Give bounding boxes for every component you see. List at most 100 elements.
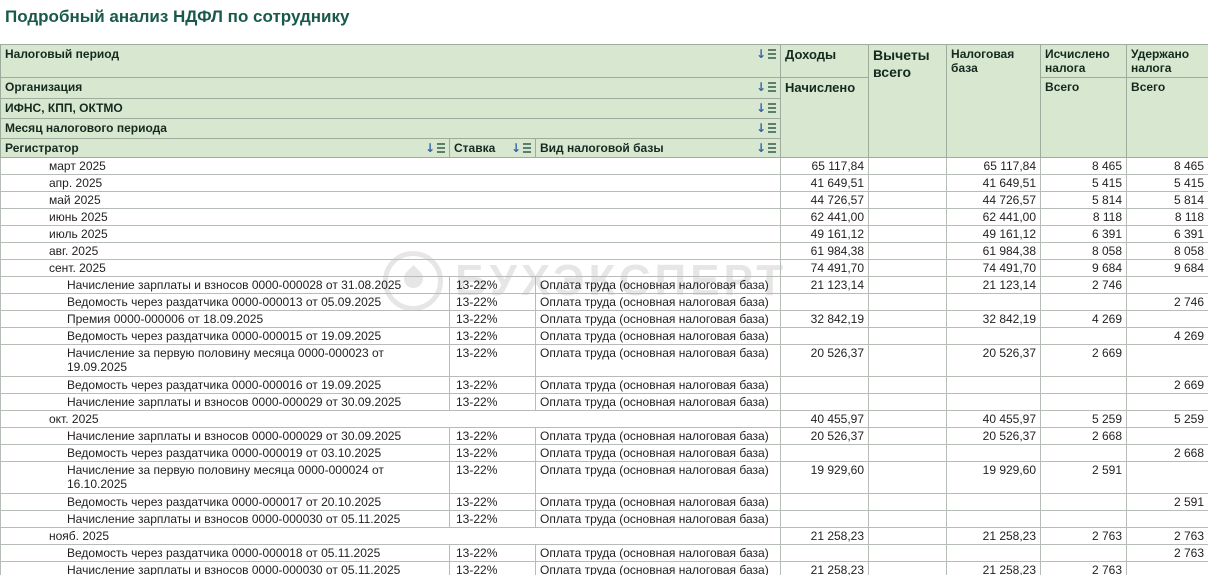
value-cell-tax_base <box>946 376 1042 394</box>
rate-cell: 13-22% <box>449 561 536 575</box>
value-cell-deductions <box>868 493 948 511</box>
sort-icon[interactable]: ↓ <box>756 122 777 134</box>
tax-base-kind-cell: Оплата труда (основная налоговая база) <box>534 544 782 562</box>
registrator-document-cell[interactable]: Ведомость через раздатчика 0000-000017 о… <box>0 493 450 511</box>
value-cell-income: 49 161,12 <box>780 225 870 243</box>
tax-base-kind-cell: Оплата труда (основная налоговая база) <box>534 327 782 345</box>
report-area: БУХЭКСПЕРТ ↓ Налоговый период Доходы Выч… <box>0 44 1208 575</box>
value-cell-tax_base: 40 455,97 <box>946 410 1042 428</box>
value-cell-income: 62 441,00 <box>780 208 870 226</box>
value-cell-income: 74 491,70 <box>780 259 870 277</box>
value-cell-income: 44 726,57 <box>780 191 870 209</box>
month-group-cell[interactable]: нояб. 2025 <box>0 527 782 545</box>
value-cell-income: 21 258,23 <box>780 527 870 545</box>
month-group-cell[interactable]: сент. 2025 <box>0 259 782 277</box>
value-cell-tax_base <box>946 444 1042 462</box>
registrator-document-cell[interactable]: Ведомость через раздатчика 0000-000016 о… <box>0 376 450 394</box>
header-row-tax-period: ↓ Налоговый период Доходы Вычеты всего Н… <box>0 44 1208 158</box>
header-cell-tax-base: Налоговая база <box>946 44 1042 158</box>
value-cell-withheld: 5 259 <box>1126 410 1208 428</box>
value-cell-tax_base: 21 123,14 <box>946 276 1042 294</box>
value-cell-withheld <box>1126 561 1208 575</box>
value-cell-assessed <box>1040 293 1128 311</box>
value-cell-tax_base: 21 258,23 <box>946 527 1042 545</box>
value-cell-income: 21 258,23 <box>780 561 870 575</box>
value-cell-tax_base: 41 649,51 <box>946 174 1042 192</box>
registrator-document-cell[interactable]: Начисление зарплаты и взносов 0000-00003… <box>0 561 450 575</box>
month-group-cell[interactable]: июль 2025 <box>0 225 782 243</box>
value-cell-withheld <box>1126 344 1208 377</box>
register-detail-row: Начисление зарплаты и взносов 0000-00003… <box>0 510 1208 528</box>
header-cell-income: Доходы <box>780 44 870 78</box>
month-group-row: сент. 2025 74 491,70 74 491,70 9 684 9 684 <box>0 259 1208 277</box>
value-cell-deductions <box>868 225 948 243</box>
sort-icon[interactable]: ↓ <box>756 102 777 114</box>
sort-icon[interactable]: ↓ <box>425 142 445 154</box>
month-group-cell[interactable]: авг. 2025 <box>0 242 782 260</box>
header-cell-withheld: Удержано налога <box>1126 44 1208 78</box>
value-cell-withheld: 2 668 <box>1126 444 1208 462</box>
value-cell-assessed: 2 763 <box>1040 527 1128 545</box>
value-cell-withheld: 8 058 <box>1126 242 1208 260</box>
value-cell-income <box>780 393 870 411</box>
month-group-cell[interactable]: июнь 2025 <box>0 208 782 226</box>
value-cell-assessed <box>1040 393 1128 411</box>
register-detail-row: Ведомость через раздатчика 0000-000019 о… <box>0 444 1208 462</box>
sort-icon[interactable]: ↓ <box>756 142 777 154</box>
value-cell-deductions <box>868 410 948 428</box>
value-cell-withheld: 8 118 <box>1126 208 1208 226</box>
rate-cell: 13-22% <box>449 427 536 445</box>
value-cell-assessed: 2 669 <box>1040 344 1128 377</box>
value-cell-assessed: 5 814 <box>1040 191 1128 209</box>
sort-icon[interactable]: ↓ <box>756 81 777 93</box>
header-cell-organization: ↓ Организация <box>0 77 782 99</box>
rate-cell: 13-22% <box>449 327 536 345</box>
value-cell-deductions <box>868 510 948 528</box>
registrator-document-cell[interactable]: Начисление за первую половину месяца 000… <box>0 344 450 377</box>
value-cell-assessed <box>1040 510 1128 528</box>
month-group-cell[interactable]: апр. 2025 <box>0 174 782 192</box>
registrator-document-cell[interactable]: Начисление зарплаты и взносов 0000-00002… <box>0 276 450 294</box>
month-group-cell[interactable]: май 2025 <box>0 191 782 209</box>
header-label: Организация <box>5 80 83 94</box>
registrator-document-cell[interactable]: Ведомость через раздатчика 0000-000013 о… <box>0 293 450 311</box>
registrator-document-cell[interactable]: Начисление за первую половину месяца 000… <box>0 461 450 494</box>
registrator-document-cell[interactable]: Начисление зарплаты и взносов 0000-00003… <box>0 510 450 528</box>
rate-cell: 13-22% <box>449 544 536 562</box>
header-label: Регистратор <box>5 141 79 155</box>
tax-base-kind-cell: Оплата труда (основная налоговая база) <box>534 493 782 511</box>
registrator-document-cell[interactable]: Ведомость через раздатчика 0000-000019 о… <box>0 444 450 462</box>
registrator-document-cell[interactable]: Премия 0000-000006 от 18.09.2025 <box>0 310 450 328</box>
sort-icon[interactable]: ↓ <box>756 48 777 60</box>
header-cell-tax-period: ↓ Налоговый период <box>0 44 782 78</box>
month-group-row: авг. 2025 61 984,38 61 984,38 8 058 8 058 <box>0 242 1208 260</box>
value-cell-deductions <box>868 259 948 277</box>
value-cell-assessed: 6 391 <box>1040 225 1128 243</box>
month-group-row: июнь 2025 62 441,00 62 441,00 8 118 8 118 <box>0 208 1208 226</box>
registrator-document-cell[interactable]: Начисление зарплаты и взносов 0000-00002… <box>0 393 450 411</box>
month-group-cell[interactable]: окт. 2025 <box>0 410 782 428</box>
value-cell-withheld: 2 746 <box>1126 293 1208 311</box>
value-cell-withheld: 2 669 <box>1126 376 1208 394</box>
header-label: Вид налоговой базы <box>540 141 664 155</box>
value-cell-income <box>780 293 870 311</box>
value-cell-income: 32 842,19 <box>780 310 870 328</box>
registrator-document-cell[interactable]: Ведомость через раздатчика 0000-000015 о… <box>0 327 450 345</box>
tax-base-kind-cell: Оплата труда (основная налоговая база) <box>534 393 782 411</box>
registrator-document-cell[interactable]: Начисление зарплаты и взносов 0000-00002… <box>0 427 450 445</box>
value-cell-deductions <box>868 527 948 545</box>
value-cell-deductions <box>868 157 948 175</box>
rate-cell: 13-22% <box>449 276 536 294</box>
rate-cell: 13-22% <box>449 293 536 311</box>
value-cell-deductions <box>868 276 948 294</box>
value-cell-withheld <box>1126 510 1208 528</box>
month-group-cell[interactable]: март 2025 <box>0 157 782 175</box>
value-cell-withheld <box>1126 427 1208 445</box>
registrator-document-cell[interactable]: Ведомость через раздатчика 0000-000018 о… <box>0 544 450 562</box>
tax-base-kind-cell: Оплата труда (основная налоговая база) <box>534 444 782 462</box>
sort-icon[interactable]: ↓ <box>511 142 531 154</box>
value-cell-assessed: 2 591 <box>1040 461 1128 494</box>
header-cell-income-sub: Начислено <box>780 77 870 158</box>
header-cell-registrator: ↓ Регистратор <box>0 138 450 158</box>
month-group-row: март 2025 65 117,84 65 117,84 8 465 8 465 <box>0 157 1208 175</box>
